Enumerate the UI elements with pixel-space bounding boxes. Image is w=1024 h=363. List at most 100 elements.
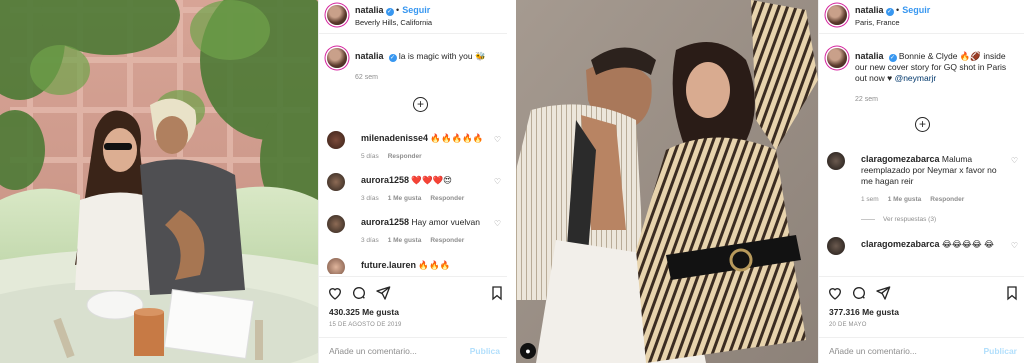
post-photo-gq-cover[interactable]: ● (516, 0, 818, 363)
comment-username[interactable]: claragomezabarca (861, 154, 940, 164)
profile-badge-icon[interactable]: ● (520, 343, 536, 359)
instagram-post-2: ● natalia ✓ • Seguir Paris, France natalia… (516, 0, 1024, 363)
comment-time[interactable]: 3 días (361, 237, 379, 244)
bookmark-icon[interactable] (1004, 285, 1020, 301)
comment-icon[interactable] (351, 285, 367, 301)
post-side-panel: natalia ✓ • Seguir Beverly Hills, Californ… (318, 0, 507, 363)
reply-button[interactable]: Responder (388, 153, 422, 160)
avatar[interactable] (827, 5, 847, 25)
avatar[interactable] (827, 237, 845, 255)
publish-button[interactable]: Publica (470, 346, 500, 356)
verified-badge-icon: ✓ (885, 8, 894, 16)
comment-text: 🔥🔥🔥 (418, 260, 451, 270)
view-replies-text: Ver respuestas (3) (883, 216, 937, 223)
comment-likes-count[interactable]: 1 Me gusta (388, 237, 422, 244)
comment-icon[interactable] (851, 285, 867, 301)
comment-likes-count[interactable]: 1 Me gusta (388, 195, 422, 202)
divider (507, 0, 516, 363)
comment-meta: 3 días 1 Me gusta Responder (361, 237, 464, 244)
post-actions: 430.325 Me gusta 15 DE AGOSTO DE 2019 (319, 276, 507, 337)
comment-text-row: aurora1258 ❤️❤️❤️😍 (361, 175, 487, 186)
add-comment-input[interactable]: Añade un comentario... (829, 346, 917, 356)
reply-button[interactable]: Responder (930, 196, 964, 203)
caption-time[interactable]: 62 sem (355, 74, 378, 81)
load-more-comments-add-icon[interactable]: + (413, 97, 428, 112)
comment-row: claragomezabarca 😂😂😂😂 😂 ♡ (827, 237, 1018, 265)
caption-avatar[interactable] (327, 48, 347, 68)
comment-text-row: claragomezabarca Maluma reemplazado por … (861, 154, 1000, 187)
comment-username[interactable]: milenadenisse4 (361, 133, 428, 143)
comment-row: milenadenisse4 🔥🔥🔥🔥🔥 5 días Responder ♡ (327, 131, 501, 161)
follow-button[interactable]: Seguir (902, 5, 930, 15)
comment-username[interactable]: aurora1258 (361, 217, 409, 227)
avatar[interactable] (327, 215, 345, 233)
verified-badge-icon: ✓ (385, 8, 394, 16)
comment-username[interactable]: aurora1258 (361, 175, 409, 185)
comment-likes-count[interactable]: 1 Me gusta (888, 196, 922, 203)
mention-link[interactable]: @neymarjr (895, 73, 937, 83)
avatar[interactable] (327, 258, 345, 274)
photo-illustration (0, 0, 318, 363)
comment-text-row: milenadenisse4 🔥🔥🔥🔥🔥 (361, 133, 487, 144)
location-link[interactable]: Paris, France (855, 18, 900, 27)
comment-meta: 5 días Responder (361, 153, 422, 160)
publish-button[interactable]: Publicar (983, 346, 1017, 356)
reply-button[interactable]: Responder (430, 237, 464, 244)
add-comment-bar: Añade un comentario... Publica (319, 337, 507, 363)
comment-meta: 1 sem 1 Me gusta Responder (861, 196, 964, 203)
username-link[interactable]: natalia (855, 5, 884, 15)
add-comment-bar: Añade un comentario... Publicar (819, 337, 1024, 363)
likes-count[interactable]: 430.325 Me gusta (329, 307, 399, 317)
comment-like-heart-icon[interactable]: ♡ (1011, 156, 1018, 165)
avatar[interactable] (827, 152, 845, 170)
caption-text: la is magic with you 🐝 (398, 51, 486, 61)
post-actions: 377.316 Me gusta 20 DE MAYO (819, 276, 1024, 337)
comment-text-row: future.lauren 🔥🔥🔥 (361, 260, 487, 271)
username-link[interactable]: natalia (355, 5, 384, 15)
likes-count[interactable]: 377.316 Me gusta (829, 307, 899, 317)
comment-time[interactable]: 3 días (361, 195, 379, 202)
caption-avatar[interactable] (827, 48, 847, 68)
comment-username[interactable]: claragomezabarca (861, 239, 940, 249)
verified-badge-icon: ✓ (388, 54, 397, 62)
post-header: natalia ✓ • Seguir Beverly Hills, Californ… (319, 0, 507, 34)
location-link[interactable]: Beverly Hills, California (355, 18, 432, 27)
load-more-comments-add-icon[interactable]: + (915, 117, 930, 132)
separator-dot: • (896, 5, 900, 15)
caption-text-row: natalia ✓ la is magic with you 🐝 (355, 51, 501, 62)
comment-like-heart-icon[interactable]: ♡ (494, 177, 501, 186)
avatar[interactable] (327, 5, 347, 25)
follow-button[interactable]: Seguir (402, 5, 430, 15)
comment-username[interactable]: future.lauren (361, 260, 416, 270)
post-date[interactable]: 20 DE MAYO (829, 322, 867, 328)
header-username-row: natalia ✓ • Seguir (855, 5, 930, 16)
post-date[interactable]: 15 DE AGOSTO DE 2019 (329, 322, 402, 328)
share-icon[interactable] (875, 285, 891, 301)
comment-text: 🔥🔥🔥🔥🔥 (430, 133, 484, 143)
avatar[interactable] (327, 131, 345, 149)
view-replies-link[interactable]: Ver respuestas (3) (861, 216, 936, 223)
post-photo-couple-garden[interactable] (0, 0, 318, 363)
heart-icon[interactable] (827, 285, 843, 301)
comment-like-heart-icon[interactable]: ♡ (494, 135, 501, 144)
comment-time[interactable]: 1 sem (861, 196, 879, 203)
caption-text-row: natalia ✓ Bonnie & Clyde 🔥🏈 inside our ne… (855, 51, 1018, 84)
comment-text-row: aurora1258 Hay amor vuelvan (361, 217, 487, 228)
heart-icon[interactable] (327, 285, 343, 301)
share-icon[interactable] (375, 285, 391, 301)
caption-username[interactable]: natalia (355, 51, 384, 61)
comment-text: Hay amor vuelvan (411, 217, 480, 227)
caption-time[interactable]: 22 sem (855, 96, 878, 103)
avatar[interactable] (327, 173, 345, 191)
comment-like-heart-icon[interactable]: ♡ (1011, 241, 1018, 250)
bookmark-icon[interactable] (489, 285, 505, 301)
comment-time[interactable]: 5 días (361, 153, 379, 160)
comment-meta: 3 días 1 Me gusta Responder (361, 195, 464, 202)
reply-button[interactable]: Responder (430, 195, 464, 202)
add-comment-input[interactable]: Añade un comentario... (329, 346, 417, 356)
caption-username[interactable]: natalia (855, 51, 884, 61)
comment-row: future.lauren 🔥🔥🔥 (327, 258, 501, 274)
post-side-panel: natalia ✓ • Seguir Paris, France natalia ✓ … (818, 0, 1024, 363)
comment-row: aurora1258 Hay amor vuelvan 3 días 1 Me g… (327, 215, 501, 245)
comment-like-heart-icon[interactable]: ♡ (494, 219, 501, 228)
